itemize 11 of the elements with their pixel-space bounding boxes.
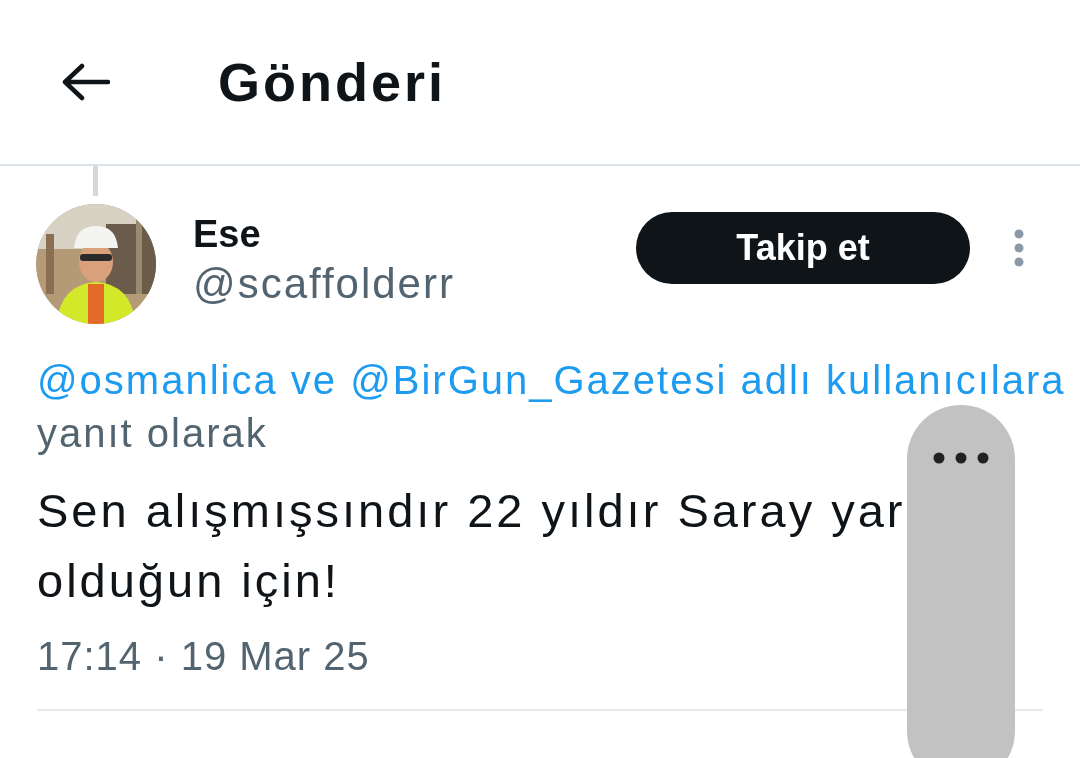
- post-timestamp: 17:14 · 19 Mar 25: [37, 634, 370, 679]
- floating-handle[interactable]: [907, 405, 1015, 758]
- reply-to-text: yanıt olarak: [37, 410, 268, 457]
- author-handle[interactable]: @scaffolderr: [193, 259, 455, 309]
- page-title: Gönderi: [218, 51, 446, 113]
- post-text: olduğun için!: [37, 553, 340, 609]
- post-text: Sen alışmışsındır 22 yıldır Saray yar: [37, 483, 906, 539]
- more-icon[interactable]: [933, 452, 989, 464]
- back-icon[interactable]: [60, 62, 110, 102]
- author-name[interactable]: Ese: [193, 209, 455, 259]
- follow-button[interactable]: Takip et: [636, 212, 970, 284]
